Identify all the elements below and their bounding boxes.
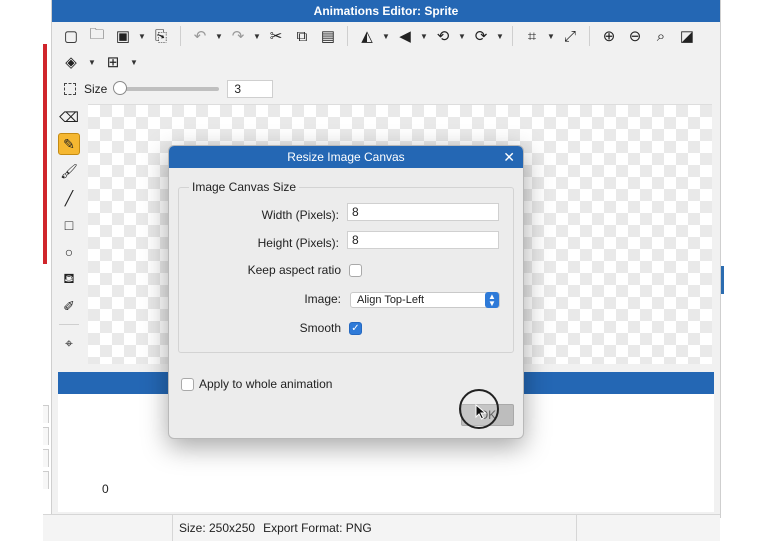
flip-vertical-icon[interactable]: ◀ (394, 25, 416, 47)
flip-horizontal-icon[interactable]: ◭ (356, 25, 378, 47)
height-label: Height (Pixels): (257, 236, 339, 250)
save-icon[interactable]: ▣ (112, 25, 134, 47)
layers-icon[interactable]: ◈ (60, 51, 82, 73)
toolbar-separator (180, 26, 181, 46)
toolbar-separator (347, 26, 348, 46)
open-icon[interactable]: 🗀 (86, 25, 108, 47)
status-export-format: Export Format: PNG (263, 521, 372, 535)
crop-icon[interactable]: ⌗ (521, 25, 543, 47)
background-right (720, 0, 763, 541)
fill-bucket-tool-icon[interactable]: ⛾ (58, 268, 80, 290)
flip-vertical-caret[interactable]: ▼ (420, 32, 428, 41)
save-dropdown-caret[interactable]: ▼ (138, 32, 146, 41)
status-size: Size: 250x250 (179, 521, 256, 535)
tool-separator (59, 324, 79, 325)
eraser-tool-icon[interactable]: ⌫ (58, 106, 80, 128)
pencil-tool-icon[interactable]: ✎ (58, 133, 80, 155)
height-field[interactable]: 8 (347, 231, 499, 249)
image-align-select[interactable]: Align Top-Left ▲ ▼ (350, 292, 500, 308)
secondary-toolbar: ◈ ▼ ⊞ ▼ (52, 50, 720, 74)
eyedropper-tool-icon[interactable]: ✐ (58, 295, 80, 317)
size-input[interactable]: 3 (227, 80, 274, 98)
grid-icon[interactable]: ⊞ (102, 51, 124, 73)
aspect-ratio-checkbox[interactable] (349, 264, 362, 277)
frame-number: 0 (102, 482, 109, 496)
dialog-titlebar: Resize Image Canvas ✕ (169, 146, 523, 168)
resize-icon[interactable]: ⤢ (559, 25, 581, 47)
undo-dropdown-caret[interactable]: ▼ (215, 32, 223, 41)
size-slider-knob[interactable] (113, 81, 128, 95)
brush-tool-icon[interactable]: 🖌 (58, 160, 80, 182)
background-left-tabs (43, 405, 49, 515)
select-arrows-icon: ▲ ▼ (485, 292, 499, 308)
status-spacer (43, 514, 173, 541)
zoom-in-icon[interactable]: ⊕ (598, 25, 620, 47)
image-label: Image: (304, 292, 341, 306)
apply-all-checkbox[interactable] (181, 378, 194, 391)
smooth-checkbox[interactable]: ✓ (349, 322, 362, 335)
mouse-cursor-icon (475, 404, 487, 420)
redo-dropdown-caret[interactable]: ▼ (253, 32, 261, 41)
rotate-left-caret[interactable]: ▼ (458, 32, 466, 41)
window-title: Animations Editor: Sprite (52, 0, 720, 22)
undo-icon[interactable]: ↶ (189, 25, 211, 47)
zoom-out-icon[interactable]: ⊖ (624, 25, 646, 47)
line-tool-icon[interactable]: ╱ (58, 187, 80, 209)
rectangle-tool-icon[interactable]: □ (58, 214, 80, 236)
status-info: Size: 250x250 Export Format: PNG (173, 514, 577, 541)
status-bar: Size: 250x250 Export Format: PNG (43, 514, 720, 541)
apply-all-label: Apply to whole animation (199, 377, 333, 391)
close-icon[interactable]: ✕ (503, 146, 515, 168)
rotate-right-icon[interactable]: ⟳ (470, 25, 492, 47)
paste-icon[interactable]: ▤ (317, 25, 339, 47)
rotate-left-icon[interactable]: ⟲ (432, 25, 454, 47)
width-field[interactable]: 8 (347, 203, 499, 221)
aspect-ratio-label: Keep aspect ratio (247, 263, 341, 277)
dialog-title: Resize Image Canvas (287, 150, 405, 164)
background-left (0, 0, 44, 541)
crop-caret[interactable]: ▼ (547, 32, 555, 41)
rotate-right-caret[interactable]: ▼ (496, 32, 504, 41)
group-title: Image Canvas Size (189, 180, 300, 194)
grid-caret[interactable]: ▼ (130, 58, 138, 67)
screen: Animations Editor: Sprite ▢ 🗀 ▣ ▼ ⎘ ↶ ▼ … (0, 0, 763, 541)
toolbar-separator (512, 26, 513, 46)
brush-size-bar: Size 3 (52, 76, 720, 102)
main-toolbar: ▢ 🗀 ▣ ▼ ⎘ ↶ ▼ ↷ ▼ ✂ ⧉ ▤ ◭ ▼ ◀ ▼ ⟲ ▼ ⟳ ▼ … (52, 22, 720, 50)
tool-panel: ⌫ ✎ 🖌 ╱ □ ○ ⛾ ✐ ⌖ (52, 104, 86, 356)
image-align-value: Align Top-Left (357, 294, 425, 306)
cut-icon[interactable]: ✂ (265, 25, 287, 47)
width-label: Width (Pixels): (261, 208, 339, 222)
selection-icon[interactable] (64, 83, 76, 95)
ellipse-tool-icon[interactable]: ○ (58, 241, 80, 263)
zoom-fit-icon[interactable]: ⌕ (650, 25, 672, 47)
toolbar-separator (589, 26, 590, 46)
redo-icon[interactable]: ↷ (227, 25, 249, 47)
origin-tool-icon[interactable]: ⌖ (58, 332, 80, 354)
size-label: Size (84, 82, 108, 96)
export-icon[interactable]: ⎘ (150, 25, 172, 47)
size-slider[interactable] (113, 81, 220, 95)
layers-caret[interactable]: ▼ (88, 58, 96, 67)
fill-contrast-icon[interactable]: ◪ (676, 25, 698, 47)
background-red-strip (43, 44, 47, 264)
smooth-label: Smooth (299, 321, 341, 335)
new-icon[interactable]: ▢ (60, 25, 82, 47)
flip-horizontal-caret[interactable]: ▼ (382, 32, 390, 41)
resize-canvas-dialog: Resize Image Canvas ✕ Image Canvas Size … (168, 145, 524, 439)
copy-icon[interactable]: ⧉ (291, 25, 313, 47)
